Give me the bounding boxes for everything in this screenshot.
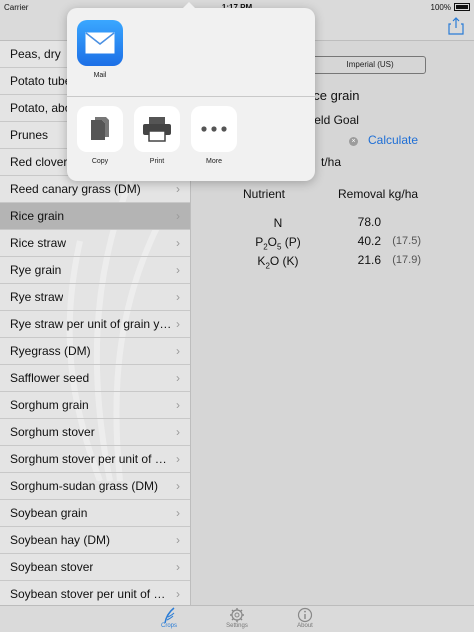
- yield-unit-label: t/ha: [321, 155, 342, 169]
- battery-indicator: 100%: [431, 3, 470, 12]
- nutrient-value-k: 21.6: [357, 253, 381, 267]
- more-icon: [191, 106, 237, 152]
- chevron-right-icon: ›: [176, 425, 180, 439]
- list-item-label: Rye straw: [10, 290, 64, 304]
- chevron-right-icon: ›: [176, 587, 180, 601]
- list-item[interactable]: Soybean stover ›: [0, 554, 190, 581]
- removal-header: Removal kg/ha: [338, 187, 419, 201]
- list-item-label: Sorghum-sudan grass (DM): [10, 479, 159, 493]
- share-mail-button[interactable]: Mail: [76, 20, 124, 79]
- chevron-right-icon: ›: [176, 317, 180, 331]
- chevron-right-icon: ›: [176, 182, 180, 196]
- share-print-button[interactable]: Print: [133, 106, 181, 165]
- share-copy-button[interactable]: Copy: [76, 106, 124, 165]
- nutrient-alt-p: (17.5): [392, 235, 421, 247]
- chevron-right-icon: ›: [176, 452, 180, 466]
- nutrient-alt-k: (17.9): [392, 254, 421, 266]
- list-item-label: Ryegrass (DM): [10, 344, 91, 358]
- battery-icon: [454, 3, 470, 11]
- list-item-label: Rice straw: [10, 236, 67, 250]
- list-item-label: Red clover: [10, 155, 68, 169]
- list-item-label: Soybean hay (DM): [10, 533, 111, 547]
- share-icon[interactable]: [448, 17, 464, 35]
- chevron-right-icon: ›: [176, 560, 180, 574]
- chevron-right-icon: ›: [176, 236, 180, 250]
- more-label: More: [206, 158, 222, 165]
- list-item[interactable]: Rye straw per unit of grain yield ›: [0, 311, 190, 338]
- list-item-label: Sorghum stover: [10, 425, 95, 439]
- chevron-right-icon: ›: [176, 371, 180, 385]
- list-item-label: Sorghum grain: [10, 398, 89, 412]
- segment-imperial[interactable]: Imperial (US): [315, 57, 425, 73]
- list-item[interactable]: Soybean stover per unit of gr... ›: [0, 581, 190, 605]
- nutrient-name-p: P2O5 (P): [255, 235, 301, 252]
- list-item[interactable]: Rye straw ›: [0, 284, 190, 311]
- nutrient-value-n: 78.0: [357, 215, 381, 229]
- share-sheet: Mail Copy Print More: [67, 2, 315, 181]
- list-item[interactable]: Soybean hay (DM) ›: [0, 527, 190, 554]
- chevron-right-icon: ›: [176, 209, 180, 223]
- chevron-right-icon: ›: [176, 398, 180, 412]
- chevron-right-icon: ›: [176, 344, 180, 358]
- list-item-label: Prunes: [10, 128, 49, 142]
- wheat-icon: [164, 607, 175, 623]
- mail-icon: [77, 20, 123, 66]
- tab-settings[interactable]: Settings: [217, 606, 257, 629]
- copy-icon: [77, 106, 123, 152]
- tab-crops[interactable]: Crops: [149, 606, 189, 629]
- list-item-label: Rye grain: [10, 263, 62, 277]
- list-item[interactable]: Ryegrass (DM) ›: [0, 338, 190, 365]
- list-item[interactable]: Rice straw ›: [0, 230, 190, 257]
- clear-icon[interactable]: ×: [349, 137, 358, 146]
- mail-label: Mail: [93, 72, 107, 79]
- list-item-label: Rye straw per unit of grain yield: [10, 317, 172, 331]
- list-item-label: Soybean stover per unit of gr...: [10, 587, 172, 601]
- tab-bar: Crops Settings About: [0, 605, 474, 632]
- chevron-right-icon: ›: [176, 506, 180, 520]
- nutrient-name-n: N: [273, 216, 283, 230]
- list-item[interactable]: Safflower seed ›: [0, 365, 190, 392]
- list-item[interactable]: Rye grain ›: [0, 257, 190, 284]
- list-item[interactable]: Sorghum grain ›: [0, 392, 190, 419]
- nutrient-name-k: K2O (K): [257, 254, 299, 271]
- tab-about-label: About: [297, 623, 313, 629]
- tab-settings-label: Settings: [226, 623, 248, 629]
- list-item[interactable]: Soybean grain ›: [0, 500, 190, 527]
- list-item-label: Safflower seed: [10, 371, 90, 385]
- gear-icon: [230, 608, 244, 622]
- info-icon: [297, 607, 313, 623]
- chevron-right-icon: ›: [176, 290, 180, 304]
- list-item[interactable]: Sorghum stover ›: [0, 419, 190, 446]
- list-item-label: Soybean stover: [10, 560, 94, 574]
- nutrient-value-p: 40.2: [357, 234, 381, 248]
- chevron-right-icon: ›: [176, 533, 180, 547]
- list-item-label: Sorghum stover per unit of gra...: [10, 452, 172, 466]
- calculate-button[interactable]: Calculate: [368, 133, 418, 147]
- print-label: Print: [149, 158, 165, 165]
- list-item-label: Reed canary grass (DM): [10, 182, 141, 196]
- list-item-label: Soybean grain: [10, 506, 88, 520]
- list-item-label: Peas, dry: [10, 47, 61, 61]
- copy-label: Copy: [91, 158, 109, 165]
- tab-crops-label: Crops: [160, 623, 177, 629]
- list-item[interactable]: Rice grain ›: [0, 203, 190, 230]
- chevron-right-icon: ›: [176, 479, 180, 493]
- chevron-right-icon: ›: [176, 263, 180, 277]
- tab-about[interactable]: About: [285, 606, 325, 629]
- share-more-button[interactable]: More: [190, 106, 238, 165]
- share-divider: [67, 96, 315, 97]
- list-item[interactable]: Sorghum-sudan grass (DM) ›: [0, 473, 190, 500]
- nutrient-header: Nutrient: [243, 187, 286, 201]
- list-item[interactable]: Sorghum stover per unit of gra... ›: [0, 446, 190, 473]
- printer-icon: [134, 106, 180, 152]
- list-item-label: Rice grain: [10, 209, 65, 223]
